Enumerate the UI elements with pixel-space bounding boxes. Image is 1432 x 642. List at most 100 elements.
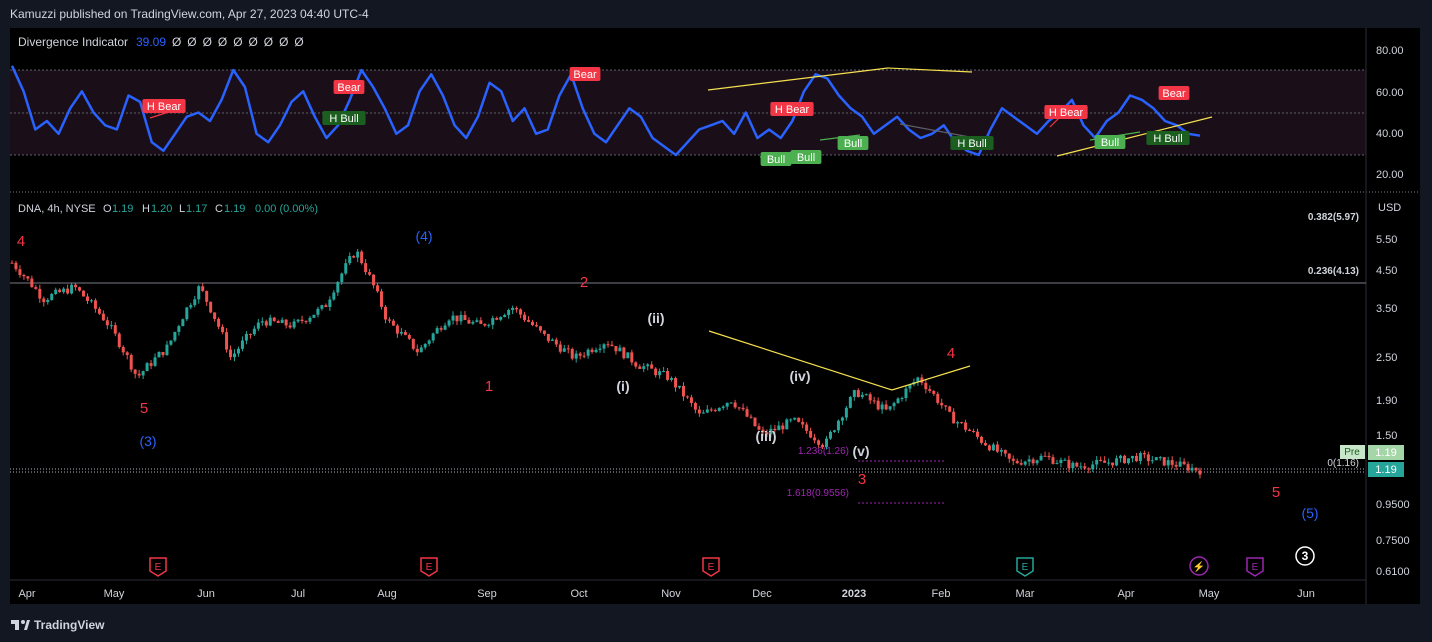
candle-body <box>1123 455 1127 464</box>
candle-body <box>1011 458 1015 461</box>
candle-body <box>1063 459 1067 461</box>
candle-body <box>491 318 495 325</box>
candle-body <box>896 398 900 404</box>
candle-body <box>209 301 213 313</box>
candle-body <box>618 347 622 352</box>
wave-label: (iv) <box>790 368 811 384</box>
candle-body <box>236 348 240 354</box>
candle-body <box>582 355 586 357</box>
time-tick-label: Sep <box>477 588 497 600</box>
candle-body <box>534 325 538 327</box>
low-value: 1.17 <box>186 203 207 215</box>
candle-body <box>240 340 244 349</box>
candle-body <box>272 317 276 322</box>
wave-label: 4 <box>17 233 25 250</box>
candle-body <box>1182 461 1186 465</box>
candle-body <box>459 315 463 322</box>
candle-body <box>113 325 117 334</box>
indicator-tick-label: 60.00 <box>1376 87 1404 99</box>
candle-body <box>360 251 364 264</box>
candle-body <box>415 348 419 353</box>
fib-label-0: 0(1.16) <box>1327 458 1359 469</box>
candle-body <box>18 269 22 275</box>
candle-body <box>1055 462 1059 464</box>
low-label: L <box>179 203 185 215</box>
candle-body <box>153 357 157 366</box>
candle-body <box>924 382 928 390</box>
time-tick-label: Aug <box>377 588 397 600</box>
candle-body <box>1154 457 1158 461</box>
indicator-value: 39.09 <box>136 35 166 49</box>
wave-label: (ii) <box>647 310 664 326</box>
candle-body <box>411 338 415 349</box>
candle-body <box>864 394 868 396</box>
candle-body <box>276 321 280 323</box>
candle-body <box>793 417 797 420</box>
candle-body <box>1031 459 1035 464</box>
candle-body <box>689 397 693 403</box>
candle-body <box>252 328 256 335</box>
candle-body <box>320 305 324 309</box>
candle-body <box>82 290 86 297</box>
candle-body <box>217 318 221 327</box>
candle-body <box>479 320 483 324</box>
candle-body <box>268 317 272 326</box>
candle-body <box>1190 467 1194 471</box>
candle-body <box>1059 459 1063 463</box>
time-axis: Apr May Jun Jul Aug Sep Oct Nov Dec 2023 Feb Mar Apr… <box>18 588 1314 600</box>
time-tick-label: Nov <box>661 588 681 600</box>
candle-body <box>348 256 352 264</box>
candle-body <box>586 349 590 356</box>
candle-body <box>999 449 1003 452</box>
time-tick-label: Feb <box>932 588 951 600</box>
time-tick-label: 2023 <box>842 588 866 600</box>
candle-body <box>1071 462 1075 469</box>
candle-body <box>944 405 948 407</box>
candle-body <box>1174 464 1178 467</box>
candle-body <box>622 347 626 359</box>
candle-body <box>1126 458 1130 464</box>
candle-body <box>380 291 384 307</box>
wave-label: 3 <box>858 471 866 488</box>
candle-body <box>892 403 896 407</box>
candle-body <box>495 318 499 320</box>
candle-body <box>1119 455 1123 459</box>
indicator-name: Divergence Indicator <box>18 35 128 49</box>
candle-body <box>149 363 153 366</box>
indicator-tick-label: 80.00 <box>1376 45 1404 57</box>
candle-body <box>789 419 793 421</box>
candle-body <box>852 390 856 397</box>
candle-body <box>654 368 658 376</box>
candle-body <box>1198 470 1202 475</box>
candle-body <box>169 340 173 345</box>
candle-body <box>1043 455 1047 457</box>
candle-body <box>1039 455 1043 461</box>
candle-body <box>244 333 248 341</box>
candle-body <box>387 319 391 321</box>
candle-body <box>562 348 566 352</box>
candle-body <box>419 347 423 353</box>
candle-body <box>66 288 70 294</box>
candle-body <box>745 409 749 417</box>
candle-body <box>721 406 725 408</box>
candle-body <box>650 364 654 369</box>
candle-body <box>987 445 991 451</box>
candle-body <box>256 322 260 329</box>
candle-body <box>447 320 451 326</box>
indicator-placeholder: Ø <box>187 35 196 49</box>
candle-body <box>511 307 515 311</box>
candle-body <box>594 349 598 353</box>
time-tick-label: Apr <box>1117 588 1134 600</box>
candle-body <box>499 316 503 320</box>
candle-body <box>403 331 407 335</box>
candle-body <box>121 347 125 353</box>
candle-body <box>566 348 570 350</box>
candle-body <box>785 419 789 430</box>
candle-body <box>439 328 443 330</box>
signal-label: H Bear <box>775 104 810 116</box>
candle-body <box>97 308 101 314</box>
candle-body <box>960 422 964 424</box>
candle-body <box>825 438 829 448</box>
candle-body <box>62 288 66 293</box>
candle-body <box>213 312 217 319</box>
